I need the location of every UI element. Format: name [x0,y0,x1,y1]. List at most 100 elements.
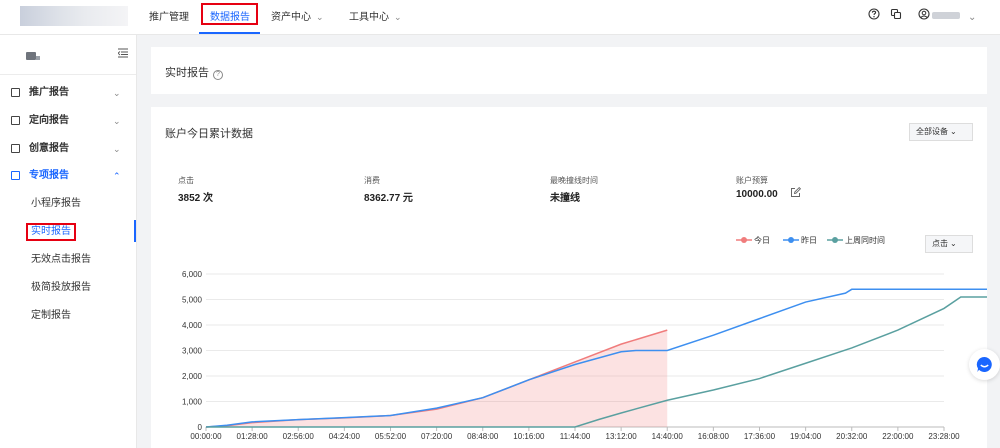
chevron-down-icon: ⌄ [316,12,324,22]
account-name [26,52,36,60]
metric-value-clicks: 3852 次 [178,193,214,204]
top-nav: 推广管理 数据报告 资产中心 ⌄ 工具中心 ⌄ ⌄ [0,0,1000,35]
x-tick-label: 04:24:00 [329,432,361,441]
metric-label: 最晚撞线时间 [550,176,598,185]
device-select-value: 全部设备 [916,127,948,136]
x-tick-label: 10:16:00 [513,432,545,441]
sidebar-group-creative-report[interactable]: 创意报告 ⌄ [0,135,136,163]
legend-item-yesterday[interactable]: 昨日 [783,235,817,246]
metric-value-cap-time: 未撞线 [550,193,580,204]
metric-value-budget: 10000.00 [736,189,778,200]
x-tick-label: 17:36:00 [744,432,776,441]
x-tick-label: 23:28:00 [928,432,960,441]
x-tick-label: 08:48:00 [467,432,499,441]
legend-swatch [827,237,843,243]
x-tick-label: 01:28:00 [237,432,269,441]
page-title-text: 实时报告 [165,67,209,79]
chevron-down-icon: ⌄ [113,116,121,126]
y-tick-label: 3,000 [182,347,203,356]
y-tick-label: 1,000 [182,398,203,407]
nav-active-indicator [199,32,260,34]
legend-label: 今日 [754,236,770,245]
highlight-box [26,223,76,241]
chevron-down-icon: ⌄ [113,88,121,98]
x-tick-label: 05:52:00 [375,432,407,441]
nav-item-assets[interactable]: 资产中心 ⌄ [271,0,324,35]
card-title: 账户今日累计数据 [165,128,253,140]
nav-item-promotion[interactable]: 推广管理 [149,0,189,35]
chat-button[interactable] [969,349,1000,380]
legend-swatch [783,237,799,243]
logo[interactable] [20,6,128,26]
sidebar-group-label: 定向报告 [29,115,69,126]
x-tick-label: 13:12:00 [606,432,638,441]
legend-item-today[interactable]: 今日 [736,235,770,246]
chevron-down-icon: ⌄ [950,127,957,136]
sidebar-group-special-report[interactable]: 专项报告 ⌃ [0,162,136,190]
highlight-box [201,3,258,25]
y-tick-label: 5,000 [182,296,203,305]
metric-select[interactable]: 点击 ⌄ [925,235,973,253]
page-header-card: 实时报告? [151,47,987,94]
report-icon [11,171,20,180]
sidebar-group-label: 专项报告 [29,170,69,181]
sidebar-group-promotion-report[interactable]: 推广报告 ⌄ [0,79,136,107]
device-select[interactable]: 全部设备 ⌄ [909,123,973,141]
x-tick-label: 22:00:00 [882,432,914,441]
copy-icon[interactable] [890,8,902,20]
x-tick-label: 02:56:00 [283,432,315,441]
sidebar-item-mini-program-report[interactable]: 小程序报告 [31,194,81,214]
legend-label: 上周同时间 [845,236,885,245]
metric-label: 点击 [178,176,194,185]
edit-icon[interactable] [790,187,801,198]
report-icon [11,144,20,153]
collapse-menu-icon[interactable] [118,48,128,58]
sidebar-group-label: 推广报告 [29,87,69,98]
sidebar-item-simple-delivery-report[interactable]: 极简投放报告 [31,278,91,298]
legend-item-last-week[interactable]: 上周同时间 [827,235,885,246]
y-tick-label: 0 [198,423,203,432]
sidebar-group-targeting-report[interactable]: 定向报告 ⌄ [0,107,136,135]
y-tick-label: 6,000 [182,270,203,279]
sidebar-item-invalid-click-report[interactable]: 无效点击报告 [31,250,91,270]
chevron-down-icon: ⌄ [113,144,121,154]
x-tick-label: 19:04:00 [790,432,822,441]
help-icon[interactable] [868,8,880,20]
metric-label: 消费 [364,176,380,185]
metric-select-value: 点击 [932,239,948,248]
report-icon [11,88,20,97]
page-title: 实时报告? [165,64,223,80]
nav-item-tools[interactable]: 工具中心 ⌄ [349,0,402,35]
nav-item-label: 推广管理 [149,12,189,23]
chat-icon [976,356,992,372]
sidebar: 推广报告 ⌄ 定向报告 ⌄ 创意报告 ⌄ 专项报告 ⌃ 小程序报告 实时报告 无… [0,35,137,448]
user-icon[interactable] [918,8,930,20]
report-icon [11,116,20,125]
nav-item-label: 工具中心 [349,12,389,23]
x-tick-label: 07:20:00 [421,432,453,441]
sidebar-group-label: 创意报告 [29,143,69,154]
metric-label: 账户预算 [736,176,768,185]
chevron-down-icon: ⌄ [394,12,402,22]
legend-label: 昨日 [801,236,817,245]
account-name [36,56,40,60]
chevron-down-icon: ⌄ [950,239,957,248]
chevron-down-icon[interactable]: ⌄ [968,0,976,35]
x-tick-label: 14:40:00 [652,432,684,441]
help-icon[interactable]: ? [213,70,223,80]
y-tick-label: 2,000 [182,372,203,381]
x-tick-label: 16:08:00 [698,432,730,441]
x-tick-label: 20:32:00 [836,432,868,441]
legend-swatch [736,237,752,243]
sidebar-active-indicator [134,220,136,242]
sidebar-item-custom-report[interactable]: 定制报告 [31,306,71,326]
y-tick-label: 4,000 [182,321,203,330]
x-tick-label: 11:44:00 [560,432,591,441]
metric-value-cost: 8362.77 元 [364,193,413,204]
series-area-0 [206,330,668,427]
nav-item-label: 资产中心 [271,12,311,23]
x-tick-label: 00:00:00 [190,432,222,441]
sidebar-header [0,35,136,75]
chevron-up-icon: ⌃ [113,171,121,181]
username[interactable] [932,12,960,19]
